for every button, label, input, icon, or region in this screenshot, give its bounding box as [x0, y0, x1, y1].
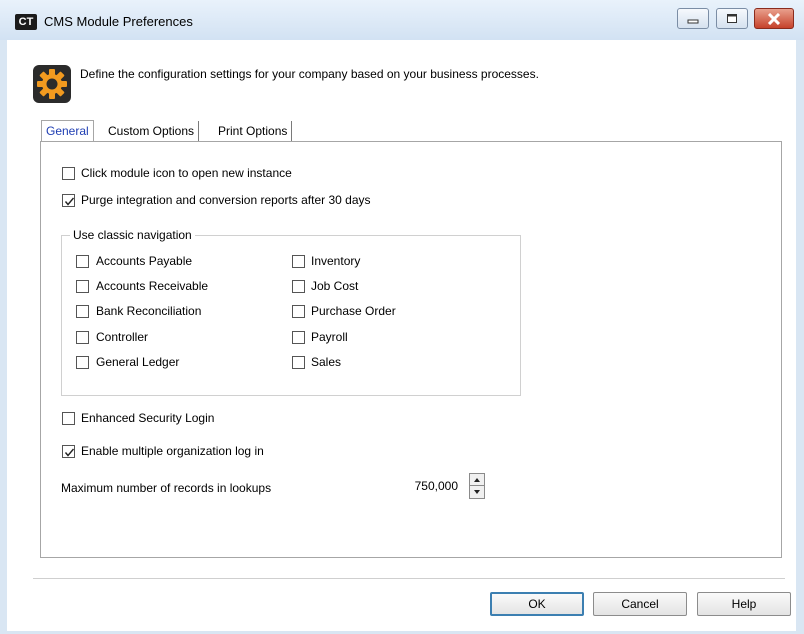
bank-reconciliation-label: Bank Reconciliation	[96, 304, 202, 318]
arrow-down-icon	[474, 490, 480, 494]
checkmark-icon	[64, 448, 75, 457]
multiple-organization-label: Enable multiple organization log in	[81, 444, 264, 458]
controller-checkbox[interactable]	[76, 331, 89, 344]
general-ledger-label: General Ledger	[96, 355, 180, 369]
close-icon	[755, 9, 793, 28]
accounts-receivable-checkbox[interactable]	[76, 280, 89, 293]
max-records-label: Maximum number of records in lookups	[61, 481, 272, 495]
tab-general[interactable]: General	[41, 120, 94, 142]
stepper-up-button[interactable]	[470, 474, 484, 486]
dialog-window: CT CMS Module Preferences Define the con…	[0, 0, 804, 634]
accounts-receivable-label: Accounts Receivable	[96, 279, 209, 293]
purchase-order-label: Purchase Order	[311, 304, 396, 318]
gear-icon	[33, 65, 71, 103]
click-module-icon-label: Click module icon to open new instance	[81, 166, 292, 180]
inventory-checkbox[interactable]	[292, 255, 305, 268]
arrow-up-icon	[474, 478, 480, 482]
stepper-down-button[interactable]	[470, 486, 484, 498]
job-cost-label: Job Cost	[311, 279, 359, 293]
tab-custom-options[interactable]: Custom Options	[104, 121, 200, 141]
inventory-label: Inventory	[311, 254, 361, 268]
click-module-icon-checkbox[interactable]	[62, 167, 75, 180]
sales-label: Sales	[311, 355, 342, 369]
controller-label: Controller	[96, 330, 149, 344]
checkmark-icon	[64, 197, 75, 206]
payroll-label: Payroll	[311, 330, 348, 344]
job-cost-checkbox[interactable]	[292, 280, 305, 293]
enhanced-security-checkbox[interactable]	[62, 412, 75, 425]
cancel-button[interactable]: Cancel	[593, 592, 687, 616]
payroll-checkbox[interactable]	[292, 331, 305, 344]
purchase-order-checkbox[interactable]	[292, 305, 305, 318]
enhanced-security-label: Enhanced Security Login	[81, 411, 215, 425]
minimize-icon	[678, 9, 708, 28]
purge-reports-label: Purge integration and conversion reports…	[81, 193, 371, 207]
tab-print-options[interactable]: Print Options	[214, 121, 293, 141]
multiple-organization-checkbox[interactable]	[62, 445, 75, 458]
minimize-button[interactable]	[677, 8, 709, 29]
classic-navigation-title: Use classic navigation	[70, 228, 195, 242]
max-records-value[interactable]: 750,000	[404, 479, 458, 493]
app-logo-icon: CT	[15, 14, 37, 30]
help-button[interactable]: Help	[697, 592, 791, 616]
header-description: Define the configuration settings for yo…	[80, 67, 539, 81]
window-title: CMS Module Preferences	[44, 14, 193, 29]
maximize-button[interactable]	[716, 8, 748, 29]
general-ledger-checkbox[interactable]	[76, 356, 89, 369]
footer-divider	[33, 578, 785, 579]
purge-reports-checkbox[interactable]	[62, 194, 75, 207]
accounts-payable-checkbox[interactable]	[76, 255, 89, 268]
max-records-stepper[interactable]	[469, 473, 485, 499]
bank-reconciliation-checkbox[interactable]	[76, 305, 89, 318]
sales-checkbox[interactable]	[292, 356, 305, 369]
accounts-payable-label: Accounts Payable	[96, 254, 193, 268]
title-bar[interactable]: CT CMS Module Preferences	[0, 0, 804, 40]
close-button[interactable]	[754, 8, 794, 29]
ok-button[interactable]: OK	[490, 592, 584, 616]
maximize-icon	[717, 9, 747, 28]
